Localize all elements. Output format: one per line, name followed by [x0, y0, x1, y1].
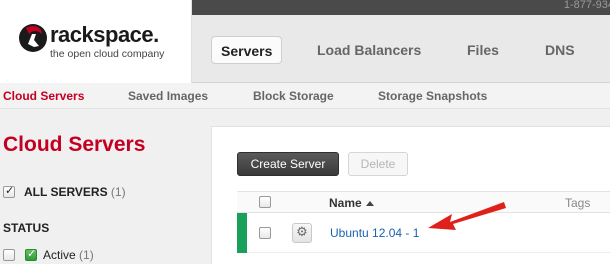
tab-load-balancers[interactable]: Load Balancers: [317, 36, 421, 64]
tab-servers[interactable]: Servers: [211, 36, 283, 64]
active-status-icon: [25, 247, 37, 261]
subnav-saved-images[interactable]: Saved Images: [128, 89, 208, 103]
logo-wordmark: rackspace.: [50, 22, 159, 47]
column-name-label: Name: [329, 196, 362, 210]
subnav-storage-snapshots[interactable]: Storage Snapshots: [378, 89, 487, 103]
create-server-button[interactable]: Create Server: [237, 152, 339, 176]
column-name[interactable]: Name: [329, 196, 374, 210]
header: rackspace. the open cloud company Server…: [0, 0, 610, 83]
logo-tagline: the open cloud company: [50, 48, 165, 60]
server-name-link[interactable]: Ubuntu 12.04 - 1: [330, 226, 419, 240]
subnav-block-storage[interactable]: Block Storage: [253, 89, 334, 103]
status-heading: STATUS: [3, 221, 50, 235]
gear-icon[interactable]: ⚙: [292, 223, 312, 243]
page-title: Cloud Servers: [3, 133, 146, 156]
active-count: (1): [79, 248, 94, 262]
all-servers-label: ALL SERVERS: [24, 185, 108, 199]
select-all-checkbox[interactable]: [259, 196, 271, 208]
all-servers-filter[interactable]: ALL SERVERS (1): [24, 185, 126, 199]
status-active-checkbox[interactable]: [3, 249, 15, 261]
tab-files[interactable]: Files: [467, 36, 499, 64]
all-servers-count: (1): [110, 185, 126, 199]
status-indicator: [237, 213, 247, 253]
row-checkbox[interactable]: [259, 227, 271, 239]
phone-number: 1-877-934: [563, 0, 610, 11]
active-label: Active: [43, 248, 76, 262]
subnav-cloud-servers[interactable]: Cloud Servers: [3, 89, 84, 103]
all-servers-checkbox[interactable]: [3, 184, 15, 198]
sort-ascending-icon: [365, 201, 374, 206]
delete-button[interactable]: Delete: [348, 152, 408, 176]
column-tags: Tags: [565, 196, 591, 210]
annotation-arrow-icon: [428, 202, 506, 230]
status-active-filter[interactable]: Active (1): [43, 248, 94, 262]
tab-dns[interactable]: DNS: [545, 36, 575, 64]
rackspace-logo-icon: [19, 24, 47, 52]
sub-navigation: Cloud Servers Saved Images Block Storage…: [0, 83, 610, 109]
logo[interactable]: rackspace. the open cloud company: [0, 0, 192, 83]
